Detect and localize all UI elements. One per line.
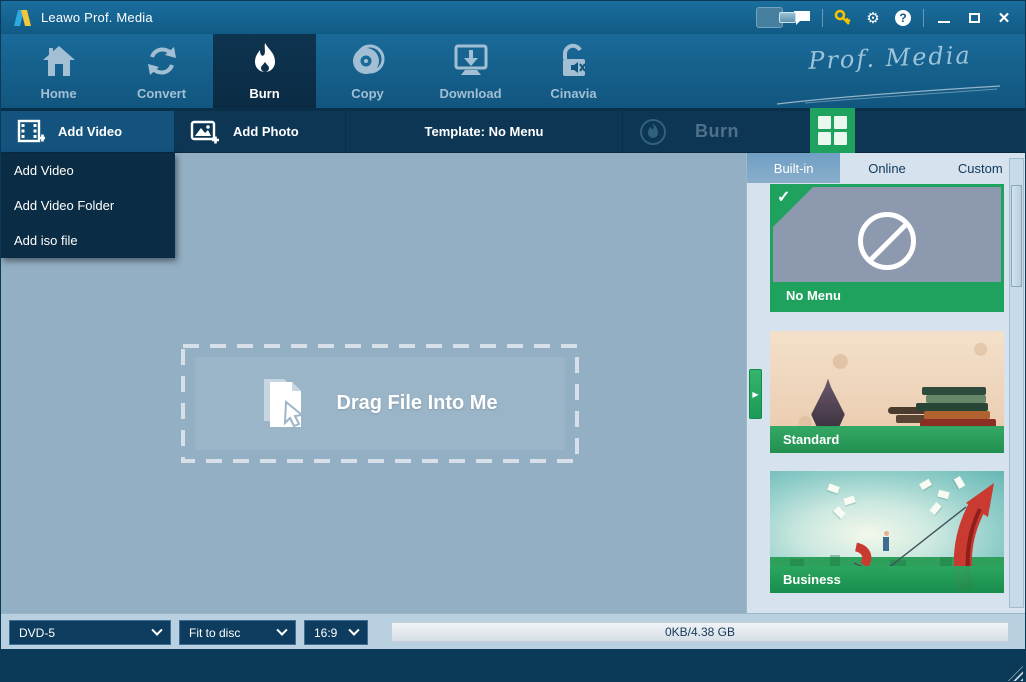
template-card-standard[interactable]: Standard [770,331,1004,453]
disc-type-value: DVD-5 [19,625,56,640]
aspect-ratio-value: 16:9 [314,625,338,640]
titlebar: Leawo Prof. Media ⚙ ? ✕ [1,1,1025,34]
add-video-button[interactable]: Add Video [1,111,174,152]
status-strip [1,649,1025,681]
template-card-business[interactable]: Business [770,471,1004,593]
add-video-menu: Add Video Add Video Folder Add iso file [1,153,175,258]
panel-arrow-icon: ▶ [752,389,759,399]
add-photo-button[interactable]: Add Photo [174,111,346,152]
nav-copy[interactable]: Copy [316,34,419,108]
toggle-panel-button[interactable] [810,108,855,153]
scrollbar-thumb[interactable] [1011,185,1022,287]
drag-file-icon [264,378,305,427]
selected-check-icon: ✓ [773,187,813,227]
help-icon[interactable]: ? [888,5,918,31]
menu-add-video[interactable]: Add Video [1,153,175,188]
aspect-ratio-select[interactable]: 16:9 [304,620,368,645]
resize-grip[interactable] [1008,666,1023,681]
menu-add-iso-file[interactable]: Add iso file [1,223,175,258]
promo-banner-icon[interactable] [756,7,796,28]
drop-hint-text: Drag File Into Me [336,392,498,414]
burn-action-button[interactable]: Burn [622,111,810,152]
template-label: Template: No Menu [424,124,544,139]
grid-icon [818,116,847,145]
bottom-bar: DVD-5 Fit to disc 16:9 0KB/4.38 GB [1,613,1025,649]
tab-built-in[interactable]: Built-in [747,153,841,183]
burn-action-label: Burn [695,121,739,141]
register-key-icon[interactable] [828,5,858,31]
add-video-label: Add Video [58,124,123,139]
capacity-bar: 0KB/4.38 GB [391,622,1009,642]
download-icon [451,41,491,81]
nav-download[interactable]: Download [419,34,522,108]
panel-scrollbar[interactable] [1009,158,1024,608]
burn-flame-icon [245,41,285,81]
burn-dim-flame-icon [640,118,666,145]
convert-icon [142,41,182,81]
copy-disc-icon [348,41,388,81]
settings-gear-icon[interactable]: ⚙ [858,5,888,31]
nav-burn[interactable]: Burn [213,34,316,108]
template-card-no-menu[interactable]: ✓ No Menu [770,184,1004,312]
film-strip-icon [17,119,45,142]
brand-script: Prof. Media [775,41,1005,106]
maximize-button[interactable] [959,5,989,31]
nav-copy-label: Copy [351,86,384,101]
nav-cinavia-label: Cinavia [550,86,597,101]
panel-collapse-tab[interactable]: ▶ [749,369,762,419]
no-menu-icon [858,211,916,270]
disc-type-select[interactable]: DVD-5 [9,620,171,645]
chevron-down-icon [276,624,288,636]
add-photo-label: Add Photo [233,124,299,139]
chevron-down-icon [151,624,163,636]
titlebar-divider [923,8,924,27]
photo-icon [190,120,219,143]
menu-add-video-folder[interactable]: Add Video Folder [1,188,175,223]
nav-home-label: Home [40,86,77,101]
template-name: Standard [770,426,1004,453]
brand-text: Prof. Media [807,41,973,75]
home-icon [39,41,79,81]
window-title: Leawo Prof. Media [41,10,153,25]
app-window: Leawo Prof. Media ⚙ ? ✕ Home Convert Bur… [0,0,1026,682]
template-selector[interactable]: Template: No Menu [346,111,622,152]
nav-home[interactable]: Home [7,34,110,108]
fit-mode-select[interactable]: Fit to disc [179,620,296,645]
minimize-button[interactable] [929,5,959,31]
nav-cinavia[interactable]: Cinavia [522,34,625,108]
template-panel: Built-in Online Custom ✓ No Menu Standar… [746,153,1025,613]
close-button[interactable]: ✕ [989,5,1019,31]
brand-swoosh [776,85,1001,105]
drag-drop-zone[interactable]: Drag File Into Me [181,344,579,463]
template-name: No Menu [773,282,1001,309]
template-name: Business [770,566,1004,593]
nav-download-label: Download [439,86,502,101]
template-tabs: Built-in Online Custom [747,153,1025,183]
tab-online[interactable]: Online [840,153,933,183]
titlebar-divider [822,8,823,27]
leawo-logo-icon [14,9,32,27]
fit-mode-value: Fit to disc [189,625,241,640]
cinavia-unlock-icon [554,41,594,81]
nav-burn-label: Burn [249,86,280,101]
nav-convert[interactable]: Convert [110,34,213,108]
main-nav: Home Convert Burn Copy Download Cinavia … [1,34,1025,108]
capacity-text: 0KB/4.38 GB [664,625,736,639]
chevron-down-icon [348,624,360,636]
nav-convert-label: Convert [136,86,187,101]
toolbar: Add Video Add Photo Template: No Menu Bu… [1,108,1025,153]
